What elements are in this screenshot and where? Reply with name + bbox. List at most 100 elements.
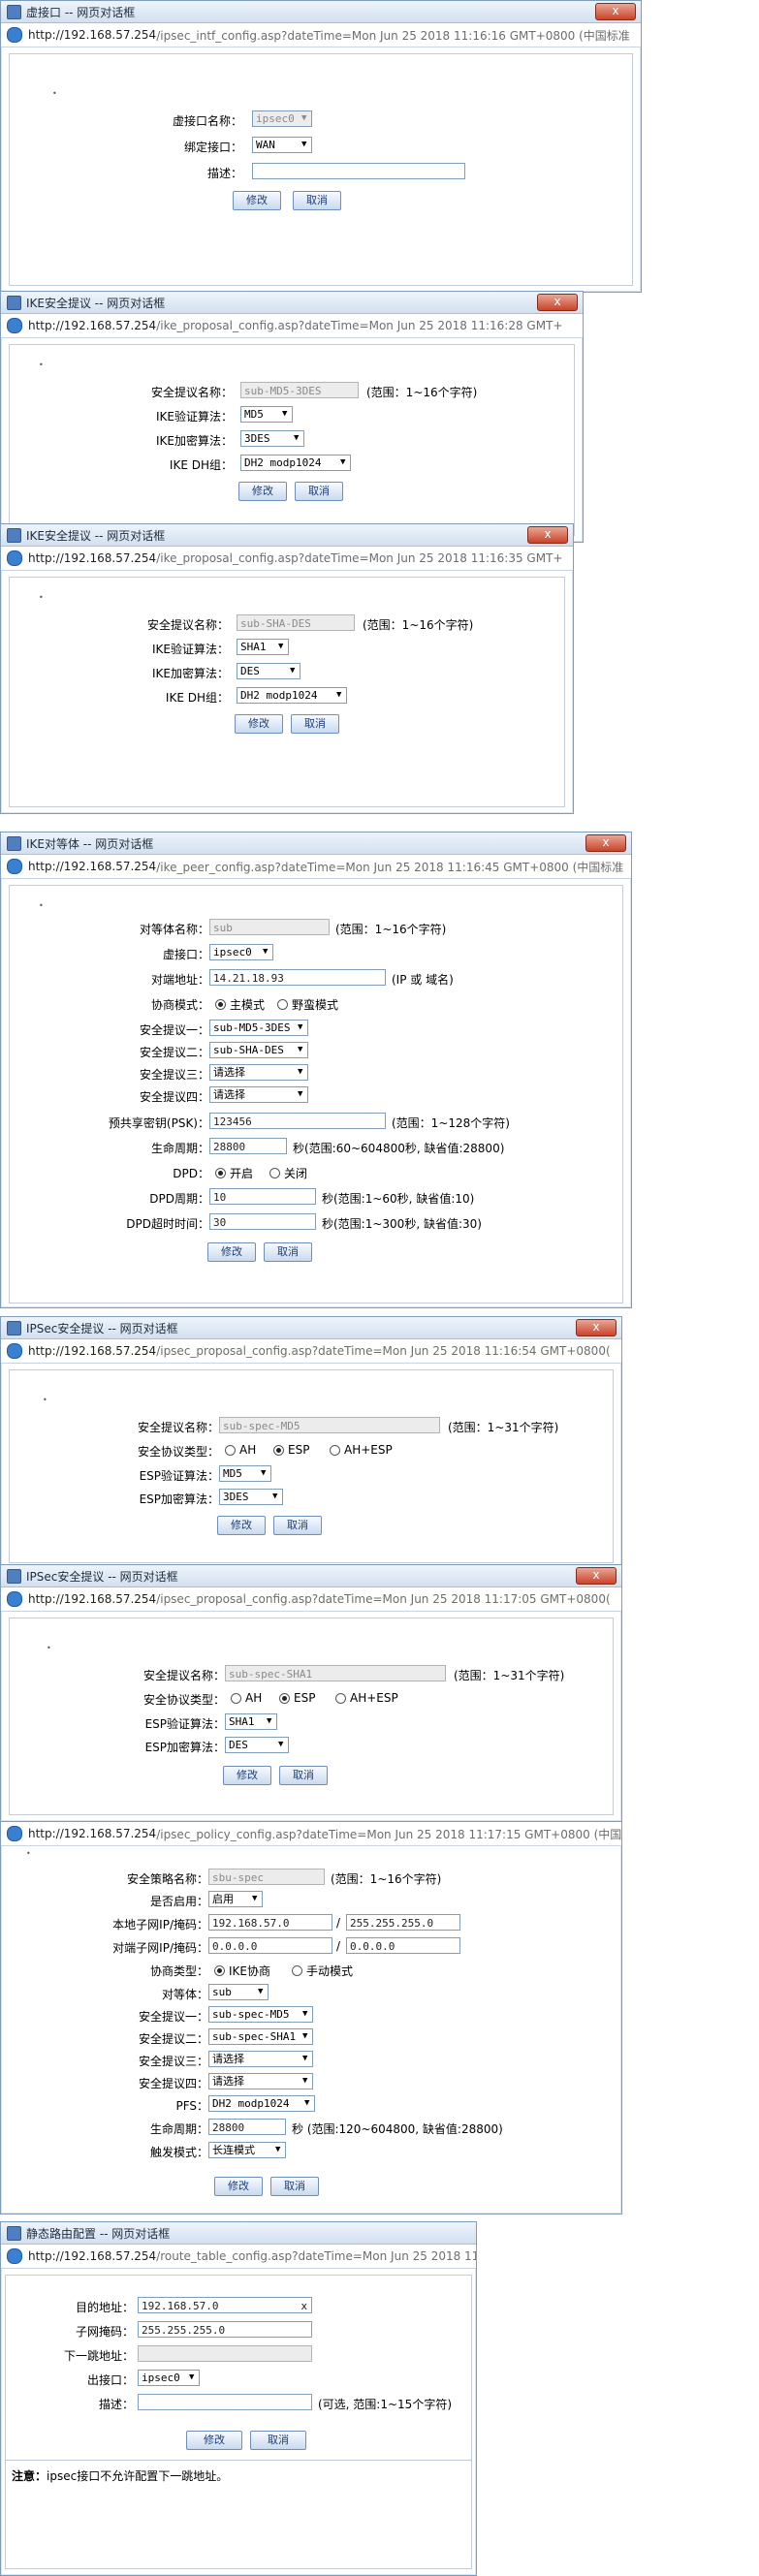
- cancel-button[interactable]: 取消: [295, 482, 343, 501]
- radio-esp[interactable]: ESP: [279, 1691, 315, 1705]
- radio-ike-negotiation[interactable]: IKE协商: [214, 1963, 270, 1979]
- dialog-virtual-interface: 虚接口 -- 网页对话框 x http://192.168.57.254/ips…: [0, 0, 642, 293]
- ike-enc-select[interactable]: 3DES ▼: [240, 430, 304, 447]
- remote-subnet-ip-input[interactable]: 0.0.0.0: [208, 1937, 332, 1954]
- bind-interface-select[interactable]: WAN ▼: [252, 137, 312, 153]
- ike-dh-select[interactable]: DH2 modp1024 ▼: [237, 687, 347, 704]
- footer-note: 注意：ipsec接口不允许配置下一跳地址。: [12, 2467, 228, 2484]
- modify-button[interactable]: 修改: [233, 191, 281, 210]
- ike-auth-select[interactable]: SHA1 ▼: [237, 639, 289, 655]
- radio-label: ESP: [288, 1443, 310, 1457]
- label-negotiation-mode: 协商模式：: [150, 998, 209, 1012]
- cancel-button[interactable]: 取消: [273, 1516, 322, 1535]
- close-button[interactable]: x: [576, 1319, 617, 1336]
- titlebar: IPSec安全提议 -- 网页对话框 x: [1, 1317, 621, 1339]
- chevron-down-icon: ▼: [294, 433, 300, 443]
- local-subnet-mask-input[interactable]: 255.255.255.0: [346, 1914, 460, 1931]
- close-button[interactable]: x: [576, 1567, 617, 1585]
- proposal-3-select[interactable]: 请选择 ▼: [208, 2051, 313, 2067]
- description-input[interactable]: [252, 163, 465, 179]
- modify-button[interactable]: 修改: [214, 2177, 263, 2196]
- radio-main-mode[interactable]: 主模式: [215, 996, 265, 1013]
- modify-button[interactable]: 修改: [223, 1766, 271, 1785]
- esp-auth-select[interactable]: SHA1 ▼: [225, 1713, 277, 1730]
- radio-esp[interactable]: ESP: [273, 1443, 309, 1457]
- local-subnet-ip-input[interactable]: 192.168.57.0: [208, 1914, 332, 1931]
- dialog-static-route: 静态路由配置 -- 网页对话框 http://192.168.57.254/ro…: [0, 2221, 477, 2576]
- dpd-timeout-input[interactable]: 30: [209, 1213, 316, 1230]
- radio-ah-esp[interactable]: AH+ESP: [330, 1443, 393, 1457]
- pfs-select[interactable]: DH2 modp1024 ▼: [208, 2095, 315, 2112]
- modify-button[interactable]: 修改: [235, 714, 283, 734]
- label-lifetime: 生命周期：: [149, 2122, 208, 2136]
- radio-dpd-off[interactable]: 关闭: [269, 1165, 307, 1181]
- radio-unchecked-icon: [225, 1444, 236, 1456]
- proposal-3-select[interactable]: 请选择 ▼: [209, 1064, 308, 1081]
- proposal-1-select[interactable]: sub-MD5-3DES ▼: [209, 1020, 308, 1036]
- trigger-mode-select[interactable]: 长连模式 ▼: [208, 2142, 286, 2158]
- ie-icon: [7, 859, 22, 874]
- enable-select[interactable]: 启用 ▼: [208, 1891, 263, 1907]
- esp-enc-select[interactable]: 3DES ▼: [219, 1489, 283, 1505]
- radio-manual-mode[interactable]: 手动模式: [292, 1963, 353, 1979]
- url-path: /ike_proposal_config.asp?dateTime=Mon Ju…: [156, 319, 563, 332]
- close-button[interactable]: x: [595, 3, 636, 20]
- modify-button[interactable]: 修改: [186, 2431, 242, 2450]
- cancel-button[interactable]: 取消: [293, 191, 341, 210]
- selected-value: MD5: [244, 408, 264, 421]
- radio-aggressive-mode[interactable]: 野蛮模式: [277, 996, 338, 1013]
- cancel-button[interactable]: 取消: [279, 1766, 328, 1785]
- cancel-button[interactable]: 取消: [291, 714, 339, 734]
- selected-value: sub-spec-MD5: [212, 2008, 290, 2021]
- description-input[interactable]: [138, 2394, 312, 2410]
- lifetime-input[interactable]: 28800: [208, 2119, 286, 2135]
- clear-icon[interactable]: x: [300, 2298, 307, 2312]
- esp-enc-select[interactable]: DES ▼: [225, 1737, 289, 1753]
- chevron-down-icon: ▼: [302, 2031, 308, 2041]
- lifetime-input[interactable]: 28800: [209, 1138, 287, 1154]
- modify-button[interactable]: 修改: [207, 1242, 256, 1262]
- radio-ah-esp[interactable]: AH+ESP: [335, 1691, 398, 1705]
- destination-input[interactable]: 192.168.57.0 x: [138, 2297, 312, 2313]
- modify-button[interactable]: 修改: [217, 1516, 266, 1535]
- radio-ah[interactable]: AH: [231, 1691, 262, 1705]
- ike-enc-select[interactable]: DES ▼: [237, 663, 300, 679]
- remote-address-input[interactable]: 14.21.18.93: [209, 969, 386, 986]
- radio-ah[interactable]: AH: [225, 1443, 256, 1457]
- proposal-2-select[interactable]: sub-spec-SHA1 ▼: [208, 2028, 313, 2045]
- dot-mark: •: [39, 361, 44, 369]
- label-proposal-1: 安全提议一：: [138, 2010, 208, 2024]
- chevron-down-icon: ▼: [267, 1716, 272, 1726]
- proposal-4-select[interactable]: 请选择 ▼: [209, 1086, 308, 1103]
- address-bar: http://192.168.57.254/ipsec_policy_confi…: [1, 1822, 621, 1846]
- cancel-button[interactable]: 取消: [264, 1242, 312, 1262]
- dpd-period-input[interactable]: 10: [209, 1188, 316, 1205]
- radio-dpd-on[interactable]: 开启: [215, 1165, 253, 1181]
- cancel-button[interactable]: 取消: [250, 2431, 306, 2450]
- proposal-4-select[interactable]: 请选择 ▼: [208, 2073, 313, 2089]
- peer-select[interactable]: sub ▼: [208, 1984, 269, 2000]
- label-proposal-name: 安全提议名称：: [142, 1669, 225, 1682]
- close-button[interactable]: x: [527, 526, 568, 544]
- selected-value: DH2 modp1024: [212, 2097, 290, 2110]
- selected-value: 3DES: [223, 1491, 249, 1503]
- esp-auth-select[interactable]: MD5 ▼: [219, 1465, 271, 1482]
- proposal-1-select[interactable]: sub-spec-MD5 ▼: [208, 2006, 313, 2023]
- remote-subnet-mask-input[interactable]: 0.0.0.0: [346, 1937, 460, 1954]
- subnet-mask-input[interactable]: 255.255.255.0: [138, 2321, 312, 2338]
- ike-dh-select[interactable]: DH2 modp1024 ▼: [240, 455, 351, 471]
- radio-label: 开启: [230, 1167, 254, 1180]
- label-policy-name: 安全策略名称：: [126, 1872, 208, 1886]
- proposal-name-input: sub-SHA-DES: [237, 614, 355, 631]
- psk-input[interactable]: 123456: [209, 1113, 386, 1129]
- virtual-interface-select[interactable]: ipsec0 ▼: [209, 944, 273, 960]
- ike-auth-select[interactable]: MD5 ▼: [240, 406, 293, 423]
- cancel-button[interactable]: 取消: [270, 2177, 319, 2196]
- window-title: IKE对等体 -- 网页对话框: [26, 836, 154, 851]
- proposal-2-select[interactable]: sub-SHA-DES ▼: [209, 1042, 308, 1058]
- close-button[interactable]: x: [537, 294, 578, 311]
- modify-button[interactable]: 修改: [238, 482, 287, 501]
- selected-value: 请选择: [213, 1088, 245, 1101]
- out-interface-select[interactable]: ipsec0 ▼: [138, 2370, 200, 2386]
- close-button[interactable]: x: [585, 834, 626, 852]
